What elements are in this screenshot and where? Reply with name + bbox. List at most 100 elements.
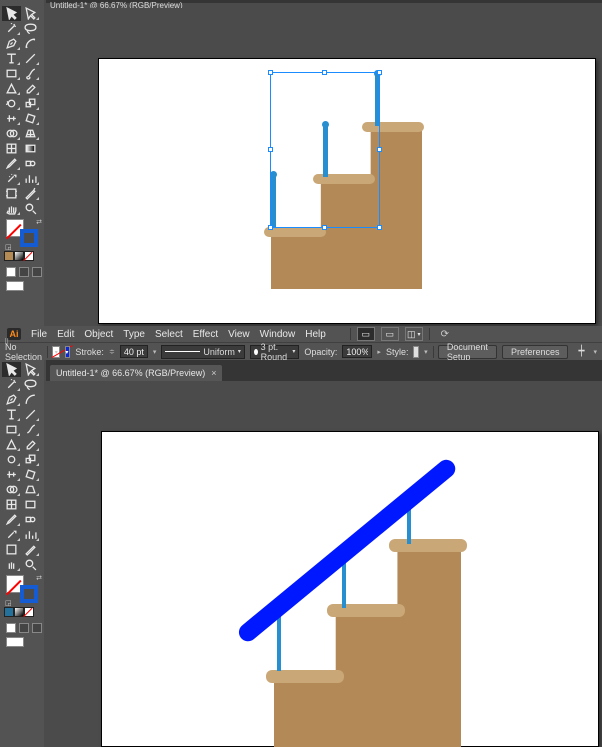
width-tool[interactable] bbox=[2, 111, 21, 126]
scale-tool[interactable] bbox=[21, 96, 40, 111]
direct-selection-tool[interactable] bbox=[21, 362, 40, 377]
symbol-sprayer-tool[interactable] bbox=[2, 171, 21, 186]
slice-tool[interactable] bbox=[21, 186, 40, 201]
fill-stroke-swatch[interactable]: ⇄ ◲ bbox=[6, 575, 36, 601]
opacity-input[interactable] bbox=[342, 345, 372, 358]
eyedropper-tool[interactable] bbox=[2, 512, 21, 527]
artboard[interactable] bbox=[101, 431, 599, 747]
fill-stroke-swatch[interactable]: ⇄ ◲ bbox=[6, 219, 36, 245]
curvature-tool[interactable] bbox=[21, 392, 40, 407]
none-mode[interactable] bbox=[24, 607, 34, 617]
eyedropper-tool[interactable] bbox=[2, 156, 21, 171]
draw-behind[interactable] bbox=[19, 267, 29, 277]
shape-builder-tool[interactable] bbox=[2, 126, 21, 141]
fill-color-swatch[interactable]: ▾ bbox=[52, 346, 59, 358]
style-more-icon[interactable]: ▾ bbox=[424, 348, 428, 356]
perspective-tool[interactable] bbox=[21, 126, 40, 141]
draw-inside[interactable] bbox=[32, 623, 42, 633]
toolbox-grip-icon[interactable]: ⠿ bbox=[4, 338, 9, 346]
zoom-tool[interactable] bbox=[21, 557, 40, 572]
mesh-tool[interactable] bbox=[2, 141, 21, 156]
lasso-tool[interactable] bbox=[21, 377, 40, 392]
draw-normal[interactable] bbox=[6, 267, 16, 277]
menu-edit[interactable]: Edit bbox=[57, 329, 74, 340]
magic-wand-tool[interactable] bbox=[2, 377, 21, 392]
shape-builder-tool[interactable] bbox=[2, 482, 21, 497]
zoom-tool[interactable] bbox=[21, 201, 40, 216]
align-icon[interactable]: ┿ bbox=[573, 345, 589, 359]
graphic-style-swatch[interactable] bbox=[413, 346, 419, 358]
hand-tool[interactable] bbox=[2, 201, 21, 216]
type-tool[interactable] bbox=[2, 51, 21, 66]
selection-tool[interactable] bbox=[2, 6, 21, 21]
stroke-profile-dropdown[interactable]: Uniform▾ bbox=[161, 345, 245, 359]
magic-wand-tool[interactable] bbox=[2, 21, 21, 36]
column-graph-tool[interactable] bbox=[21, 527, 40, 542]
menu-object[interactable]: Object bbox=[84, 329, 113, 340]
type-tool[interactable] bbox=[2, 407, 21, 422]
brush-tool[interactable] bbox=[21, 66, 40, 81]
shaper-tool[interactable] bbox=[2, 81, 21, 96]
free-transform-tool[interactable] bbox=[21, 111, 40, 126]
default-fill-stroke-icon[interactable]: ◲ bbox=[5, 599, 12, 607]
blend-tool[interactable] bbox=[21, 156, 40, 171]
perspective-tool[interactable] bbox=[21, 482, 40, 497]
arrange-documents-icon[interactable]: ◫▾ bbox=[405, 327, 423, 341]
stroke-swatch[interactable] bbox=[20, 585, 38, 603]
artboard-tool[interactable] bbox=[2, 186, 21, 201]
rectangle-tool[interactable] bbox=[2, 66, 21, 81]
menu-help[interactable]: Help bbox=[305, 329, 326, 340]
gradient-tool[interactable] bbox=[21, 497, 40, 512]
default-fill-stroke-icon[interactable]: ◲ bbox=[5, 243, 12, 251]
selection-tool[interactable] bbox=[2, 362, 21, 377]
stroke-weight-link-icon[interactable]: ≑ bbox=[109, 348, 115, 356]
stroke-color-swatch[interactable]: ▾ bbox=[65, 346, 71, 358]
symbol-sprayer-tool[interactable] bbox=[2, 527, 21, 542]
selection-bounding-box[interactable] bbox=[270, 72, 380, 228]
opacity-more-icon[interactable]: ▸ bbox=[377, 348, 381, 356]
gradient-tool[interactable] bbox=[21, 141, 40, 156]
rectangle-tool[interactable] bbox=[2, 422, 21, 437]
screen-mode[interactable] bbox=[6, 281, 24, 291]
canvas-area[interactable] bbox=[46, 381, 602, 747]
stroke-weight-input[interactable] bbox=[120, 345, 148, 358]
swap-fill-stroke-icon[interactable]: ⇄ bbox=[36, 574, 42, 582]
canvas-area[interactable] bbox=[46, 8, 602, 326]
hand-tool[interactable] bbox=[2, 557, 21, 572]
brush-tool[interactable] bbox=[21, 422, 40, 437]
blend-tool[interactable] bbox=[21, 512, 40, 527]
mesh-tool[interactable] bbox=[2, 497, 21, 512]
artboard-tool[interactable] bbox=[2, 542, 21, 557]
menu-file[interactable]: File bbox=[31, 329, 47, 340]
menu-type[interactable]: Type bbox=[123, 329, 145, 340]
artboard[interactable] bbox=[98, 58, 596, 324]
color-mode[interactable] bbox=[4, 251, 14, 261]
menu-select[interactable]: Select bbox=[155, 329, 183, 340]
sync-icon[interactable]: ⟳ bbox=[436, 327, 454, 341]
stroke-weight-step-icon[interactable]: ▾ bbox=[153, 348, 157, 356]
brush-dropdown[interactable]: 3 pt. Round▾ bbox=[250, 345, 300, 359]
preferences-button[interactable]: Preferences bbox=[502, 345, 569, 359]
document-tab[interactable]: Untitled-1* @ 66.67% (RGB/Preview) × bbox=[50, 365, 222, 381]
layout-mode-b-icon[interactable]: ▭ bbox=[381, 327, 399, 341]
scale-tool[interactable] bbox=[21, 452, 40, 467]
slice-tool[interactable] bbox=[21, 542, 40, 557]
line-tool[interactable] bbox=[21, 51, 40, 66]
none-mode[interactable] bbox=[24, 251, 34, 261]
column-graph-tool[interactable] bbox=[21, 171, 40, 186]
layout-mode-a-icon[interactable]: ▭ bbox=[357, 327, 375, 341]
pen-tool[interactable] bbox=[2, 36, 21, 51]
width-tool[interactable] bbox=[2, 467, 21, 482]
rotate-tool[interactable] bbox=[2, 452, 21, 467]
curvature-tool[interactable] bbox=[21, 36, 40, 51]
document-setup-button[interactable]: Document Setup bbox=[438, 345, 497, 359]
line-tool[interactable] bbox=[21, 407, 40, 422]
close-icon[interactable]: × bbox=[211, 368, 216, 378]
eraser-tool[interactable] bbox=[21, 81, 40, 96]
screen-mode[interactable] bbox=[6, 637, 24, 647]
menu-effect[interactable]: Effect bbox=[193, 329, 218, 340]
shaper-tool[interactable] bbox=[2, 437, 21, 452]
eraser-tool[interactable] bbox=[21, 437, 40, 452]
draw-inside[interactable] bbox=[32, 267, 42, 277]
draw-behind[interactable] bbox=[19, 623, 29, 633]
